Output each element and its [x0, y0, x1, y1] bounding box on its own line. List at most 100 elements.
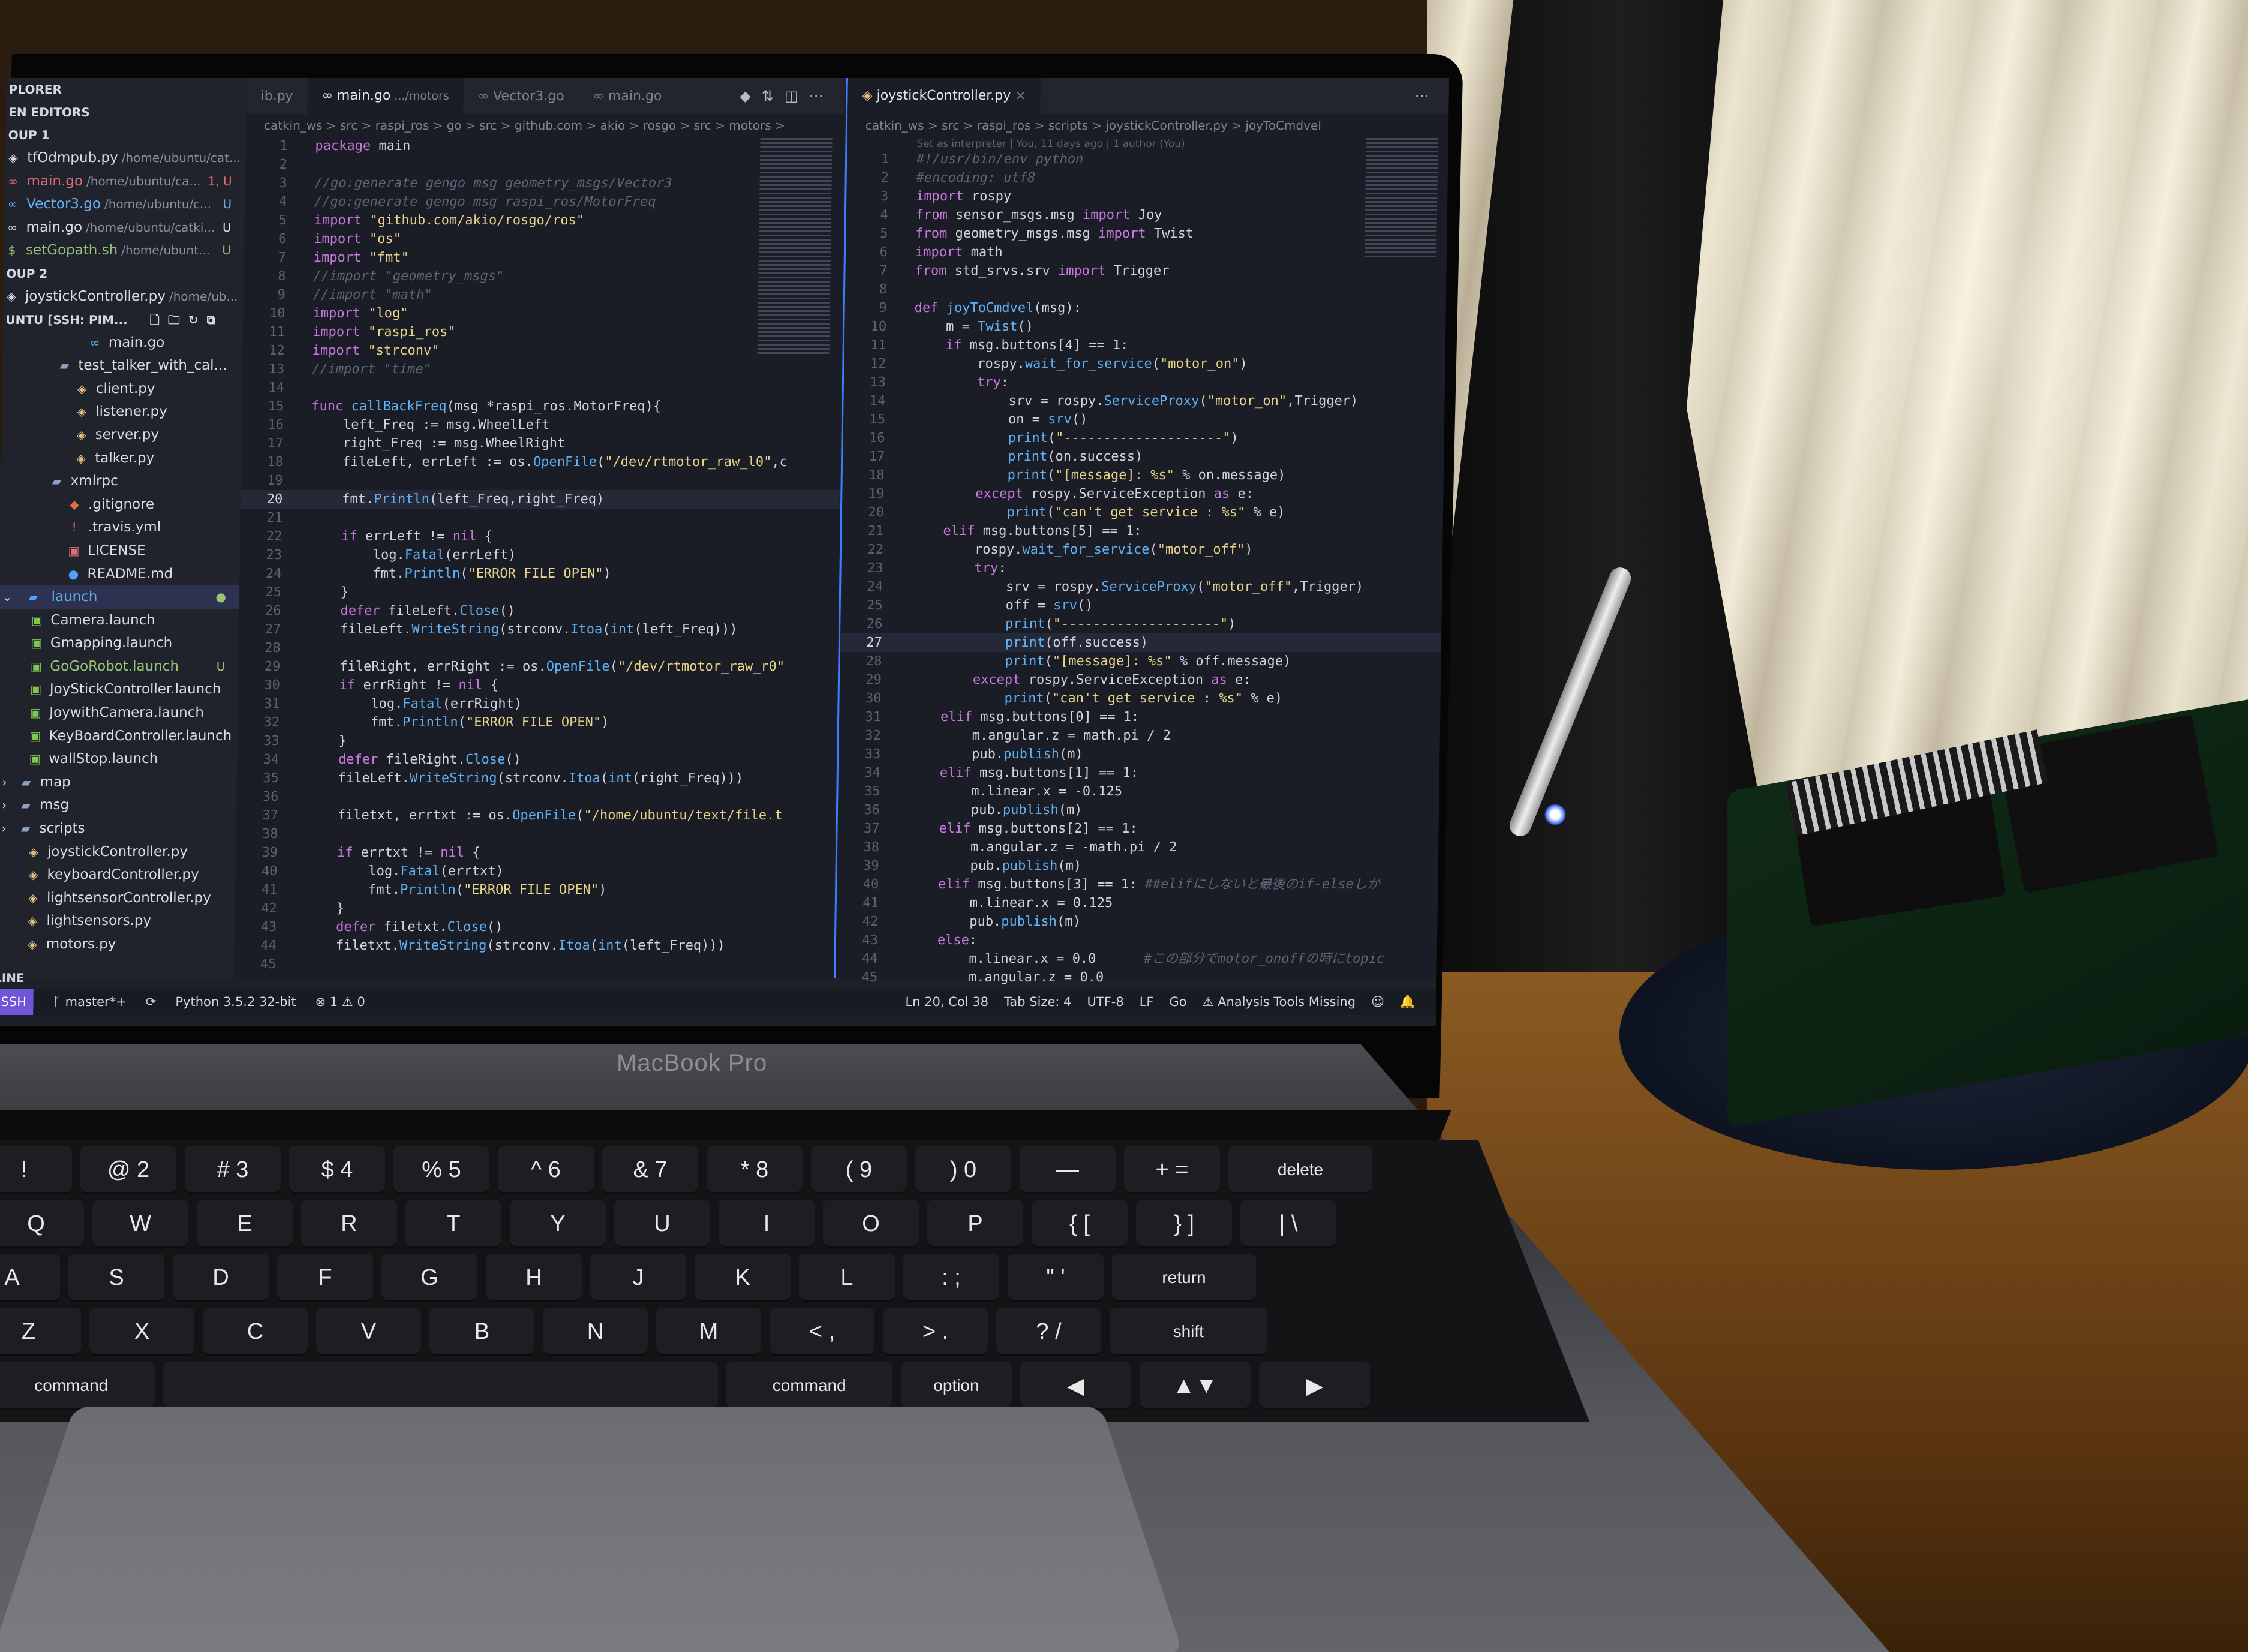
code-line[interactable]: 27 fileLeft.WriteString(strconv.Itoa(int… — [239, 620, 837, 639]
keyboard-key[interactable]: command — [726, 1362, 892, 1410]
open-editor-item[interactable]: ∞ main.go/home/ubuntu/catki... U — [4, 216, 245, 239]
open-editor-item[interactable]: $ setGopath.sh/home/ubunt... U — [4, 239, 245, 262]
keyboard-key[interactable]: J — [590, 1254, 686, 1302]
code-line[interactable]: 17 print(on.success) — [843, 447, 1445, 466]
keyboard-key[interactable]: M — [656, 1308, 761, 1356]
launch-file[interactable]: ▣ JoywithCamera.launch — [0, 701, 238, 725]
code-line[interactable]: 21 — [241, 509, 839, 527]
keyboard-key[interactable]: L — [799, 1254, 895, 1302]
workspace-title[interactable]: UNTU [SSH: PIM... 🗋🗀↻⧉ — [3, 308, 244, 331]
code-line[interactable]: 4 //go:generate gengo msg raspi_ros/Motor… — [245, 193, 843, 211]
tree-item[interactable]: ! .travis.yml — [0, 516, 241, 539]
keyboard-key[interactable]: & 7 — [602, 1146, 698, 1194]
code-line[interactable]: 25 } — [239, 583, 838, 602]
code-line[interactable]: 25 off = srv() — [841, 596, 1444, 615]
launch-file[interactable]: ▣ Camera.launch — [0, 609, 239, 632]
code-line[interactable]: 8 //import "geometry_msgs" — [244, 267, 842, 286]
code-line[interactable]: 15 func callBackFreq(msg *raspi_ros.Motor… — [242, 397, 840, 416]
keyboard-key[interactable]: A — [0, 1254, 60, 1302]
keyboard-key[interactable]: B — [429, 1308, 534, 1356]
sync-icon[interactable]: ⟳ — [146, 995, 157, 1009]
code-line[interactable]: 36 — [236, 788, 835, 806]
outline-title[interactable]: LINE — [0, 971, 25, 985]
code-line[interactable]: 40 log.Fatal(errtxt) — [235, 862, 834, 881]
keyboard-key[interactable]: U — [614, 1200, 710, 1248]
analysis-warning[interactable]: ⚠ Analysis Tools Missing — [1202, 995, 1356, 1010]
code-line[interactable]: 45 — [234, 955, 833, 974]
trackpad[interactable] — [0, 1406, 1185, 1652]
open-editor-item[interactable]: ◈ joystickController.py/home/ub... — [4, 285, 244, 308]
keyboard-key[interactable]: Q — [0, 1200, 84, 1248]
code-line[interactable]: 16 print("--------------------") — [843, 429, 1445, 447]
keyboard-key[interactable]: I — [719, 1200, 815, 1248]
code-line[interactable]: 7 from std_srvs.srv import Trigger — [845, 262, 1448, 280]
code-line[interactable]: 33 pub.publish(m) — [839, 745, 1441, 764]
keyboard-key[interactable]: return — [1112, 1254, 1256, 1302]
code-line[interactable]: 24 fmt.Println("ERROR FILE OPEN") — [239, 564, 838, 583]
keyboard-key[interactable]: " ' — [1008, 1254, 1104, 1302]
keyboard-key[interactable]: R — [301, 1200, 397, 1248]
code-line[interactable]: 30 if errRight != nil { — [238, 676, 837, 695]
folder-item[interactable]: › ▰ msg — [0, 794, 236, 817]
keyboard-key[interactable]: > . — [883, 1308, 988, 1356]
editor-action-icons[interactable]: ◆⇅◫⋯ — [740, 88, 845, 104]
code-line[interactable]: 45 m.angular.z = 0.0 — [836, 968, 1438, 987]
git-blame-info[interactable]: Set as interpreter | You, 11 days ago | … — [916, 138, 1185, 150]
code-line[interactable]: 2 #encoding: utf8 — [846, 169, 1449, 187]
code-line[interactable]: 29 except rospy.ServiceException as e: — [840, 671, 1442, 689]
code-line[interactable]: 16 left_Freq := msg.WheelLeft — [242, 416, 840, 434]
keyboard-key[interactable]: ◀ — [1020, 1362, 1131, 1410]
code-line[interactable]: 28 print("[message]: %s" % off.message) — [840, 652, 1442, 671]
python-interpreter[interactable]: Python 3.5.2 32-bit — [175, 995, 296, 1009]
keyboard-key[interactable]: { [ — [1032, 1200, 1128, 1248]
code-line[interactable]: 42 } — [235, 899, 833, 918]
keyboard-key[interactable]: @ 2 — [80, 1146, 176, 1194]
keyboard-key[interactable]: option — [901, 1362, 1012, 1410]
close-icon[interactable]: × — [1015, 88, 1026, 103]
keyboard-key[interactable]: H — [486, 1254, 582, 1302]
keyboard-key[interactable]: < , — [770, 1308, 874, 1356]
open-editor-item[interactable]: ∞ Vector3.go/home/ubuntu/c... U — [5, 193, 245, 216]
open-editor-item[interactable]: ◈ tfOdmpub.py/home/ubuntu/cat... — [5, 146, 246, 170]
keyboard-key[interactable]: F — [277, 1254, 373, 1302]
keyboard-key[interactable]: W — [92, 1200, 188, 1248]
keyboard-key[interactable]: T — [405, 1200, 501, 1248]
code-line[interactable]: 5 from geometry_msgs.msg import Twist — [846, 224, 1448, 243]
code-line[interactable]: 28 — [239, 639, 837, 657]
tree-item[interactable]: ◈ client.py — [2, 377, 243, 401]
keyboard-key[interactable]: } ] — [1136, 1200, 1232, 1248]
code-line[interactable]: 11 import "raspi_ros" — [243, 323, 842, 341]
keyboard-key[interactable]: % 5 — [393, 1146, 489, 1194]
code-line[interactable]: 18 print("[message]: %s" % on.message) — [843, 466, 1445, 485]
code-line[interactable]: 20 fmt.Println(left_Freq,right_Freq) — [241, 490, 840, 509]
tree-item[interactable]: ▰ xmlrpc — [1, 470, 241, 493]
code-line[interactable]: 38 — [236, 825, 834, 843]
keyboard-key[interactable]: : ; — [903, 1254, 999, 1302]
keyboard-key[interactable]: ^ 6 — [498, 1146, 594, 1194]
bell-icon[interactable]: 🔔 — [1400, 995, 1415, 1010]
git-branch[interactable]: master*+ — [65, 995, 126, 1009]
keyboard-key[interactable]: P — [927, 1200, 1023, 1248]
tree-item[interactable]: ∞ main.go — [3, 331, 244, 355]
keyboard-key[interactable]: + = — [1124, 1146, 1220, 1194]
keyboard-key[interactable]: X — [89, 1308, 194, 1356]
keyboard-key[interactable] — [163, 1362, 718, 1410]
code-line[interactable]: 42 pub.publish(m) — [836, 912, 1439, 931]
editor2-code[interactable]: 1 #!/usr/bin/env python 2 #encoding: utf8 3 i… — [836, 150, 1449, 987]
keyboard-key[interactable]: ? / — [996, 1308, 1101, 1356]
code-line[interactable]: 12 import "strconv" — [242, 341, 841, 360]
code-line[interactable]: 44 filetxt.WriteString(strconv.Itoa(int(… — [235, 936, 833, 955]
code-line[interactable]: 2 — [245, 155, 844, 174]
code-line[interactable]: 13 try: — [844, 373, 1447, 392]
end-of-line[interactable]: LF — [1140, 995, 1154, 1010]
code-line[interactable]: 34 elif msg.buttons[1] == 1: — [839, 764, 1441, 782]
code-line[interactable]: 8 — [845, 280, 1448, 299]
code-line[interactable]: 27 print(off.success) — [840, 633, 1444, 652]
code-line[interactable]: 12 rospy.wait_for_service("motor_on") — [844, 355, 1447, 373]
code-line[interactable]: 9 //import "math" — [244, 286, 842, 304]
keyboard-key[interactable]: N — [543, 1308, 648, 1356]
code-line[interactable]: 5 import "github.com/akio/rosgo/ros" — [244, 211, 843, 230]
keyboard-key[interactable]: ( 9 — [811, 1146, 907, 1194]
launch-file[interactable]: ▣ GoGoRobot.launch U — [0, 655, 239, 678]
code-line[interactable]: 19 except rospy.ServiceException as e: — [842, 485, 1445, 503]
